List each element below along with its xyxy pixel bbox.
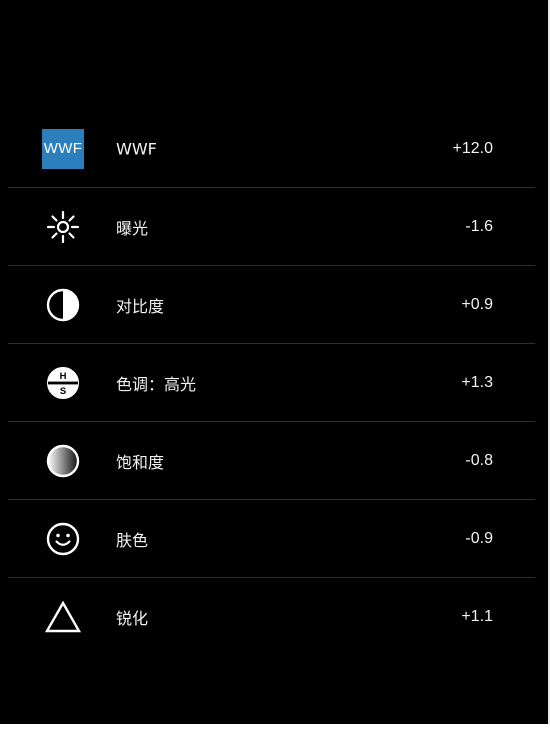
adjustment-row-tone-highlights[interactable]: H S 色调：高光 +1.3	[8, 344, 535, 422]
contrast-icon	[42, 284, 84, 326]
adjustment-label: 对比度	[116, 296, 165, 316]
adjustment-value: +0.9	[461, 295, 493, 313]
gradient-circle-icon	[42, 440, 84, 482]
adjustment-value: -0.8	[465, 451, 493, 469]
wwf-badge-icon: WWF	[42, 128, 84, 170]
adjustment-row-sharpen[interactable]: 锐化 +1.1	[8, 578, 535, 656]
adjustment-label: 锐化	[116, 609, 149, 628]
hs-icon-top-letter: H	[60, 370, 67, 381]
adjustment-value: -0.9	[465, 529, 493, 547]
adjustment-row-wwf[interactable]: WWF WWF +12.0	[8, 110, 535, 188]
smiley-icon	[42, 518, 84, 560]
adjustment-value: +1.3	[461, 373, 493, 391]
adjustment-value: -1.6	[465, 217, 493, 235]
adjustment-value: +1.1	[461, 608, 493, 625]
wwf-badge-text: WWF	[42, 128, 84, 169]
hs-icon-bottom-letter: S	[60, 386, 66, 397]
bottom-edge	[0, 724, 550, 733]
adjustment-label: 肤色	[116, 530, 149, 550]
adjustment-row-saturation[interactable]: 饱和度 -0.8	[8, 422, 535, 500]
sun-icon	[42, 206, 84, 248]
adjustment-label: 曝光	[116, 218, 149, 238]
adjustment-list: WWF WWF +12.0 曝光 -1.6 对比度 +0.9 H S 色调：高光…	[8, 110, 535, 656]
hs-icon: H S	[42, 362, 84, 404]
triangle-icon	[42, 596, 84, 638]
adjustment-row-exposure[interactable]: 曝光 -1.6	[8, 188, 535, 266]
adjustment-row-contrast[interactable]: 对比度 +0.9	[8, 266, 535, 344]
adjustment-row-skin-tone[interactable]: 肤色 -0.9	[8, 500, 535, 578]
adjustment-label: WWF	[116, 139, 157, 158]
adjustment-value: +12.0	[452, 139, 493, 157]
adjustment-label: 饱和度	[116, 452, 165, 472]
adjustment-label: 色调：高光	[116, 374, 197, 394]
